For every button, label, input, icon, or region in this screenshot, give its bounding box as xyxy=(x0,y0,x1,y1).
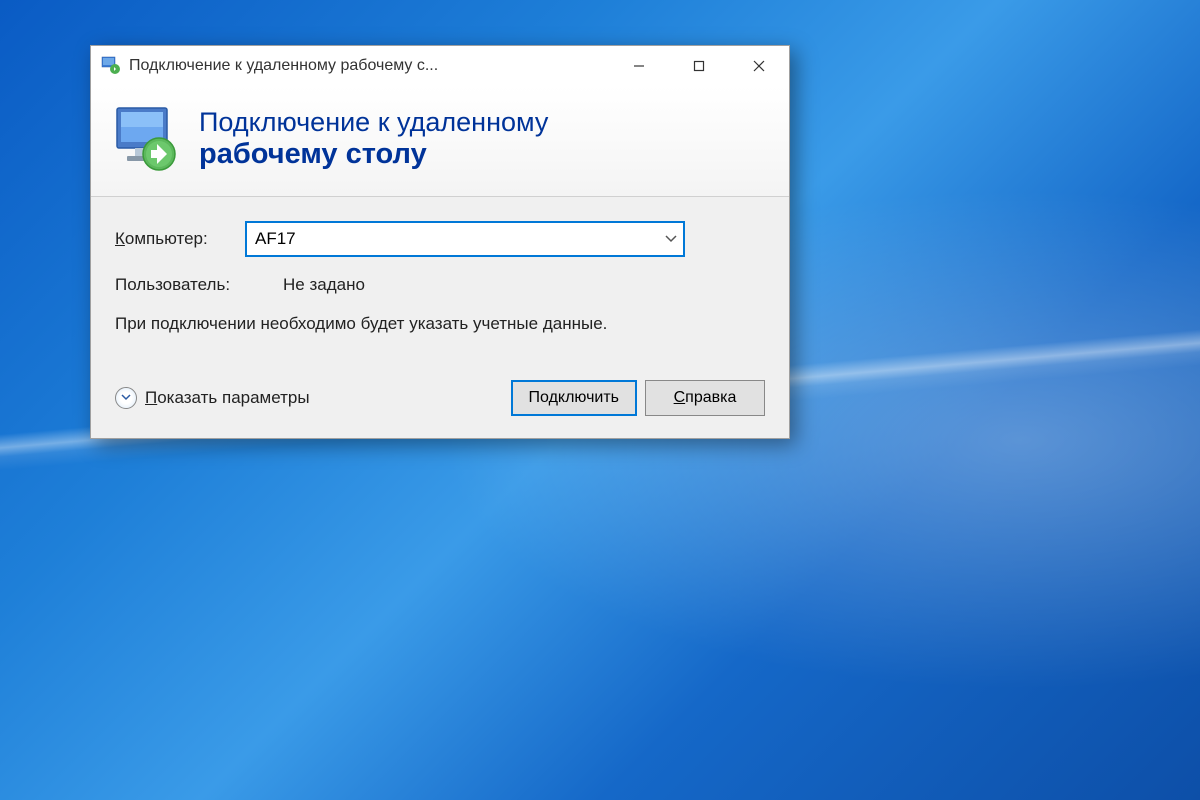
maximize-button[interactable] xyxy=(669,46,729,86)
minimize-button[interactable] xyxy=(609,46,669,86)
computer-combobox[interactable] xyxy=(245,221,685,257)
computer-row: Компьютер: xyxy=(115,221,765,257)
header-banner: Подключение к удаленному рабочему столу xyxy=(91,86,789,197)
user-row: Пользователь: Не задано xyxy=(115,275,765,295)
rdp-dialog: Подключение к удаленному рабочему с... xyxy=(90,45,790,439)
user-value: Не задано xyxy=(283,275,365,295)
credentials-hint: При подключении необходимо будет указать… xyxy=(115,313,765,336)
user-label: Пользователь: xyxy=(115,275,283,295)
close-button[interactable] xyxy=(729,46,789,86)
computer-input[interactable] xyxy=(245,221,685,257)
show-options-label: Показать параметры xyxy=(145,388,310,408)
dialog-footer: Показать параметры Подключить Справка xyxy=(91,370,789,438)
expand-down-icon xyxy=(115,387,137,409)
connect-button[interactable]: Подключить xyxy=(511,380,637,416)
rdp-large-icon xyxy=(111,104,181,174)
dialog-body: Компьютер: Пользователь: Не задано При п… xyxy=(91,197,789,370)
computer-label: Компьютер: xyxy=(115,229,245,249)
header-line1: Подключение к удаленному xyxy=(199,107,548,138)
window-controls xyxy=(609,46,789,86)
window-title: Подключение к удаленному рабочему с... xyxy=(129,57,609,75)
titlebar[interactable]: Подключение к удаленному рабочему с... xyxy=(91,46,789,86)
show-options-link[interactable]: Показать параметры xyxy=(115,387,503,409)
rdp-app-icon xyxy=(101,56,121,76)
header-line2: рабочему столу xyxy=(199,138,548,171)
header-text: Подключение к удаленному рабочему столу xyxy=(199,107,548,171)
help-button[interactable]: Справка xyxy=(645,380,765,416)
